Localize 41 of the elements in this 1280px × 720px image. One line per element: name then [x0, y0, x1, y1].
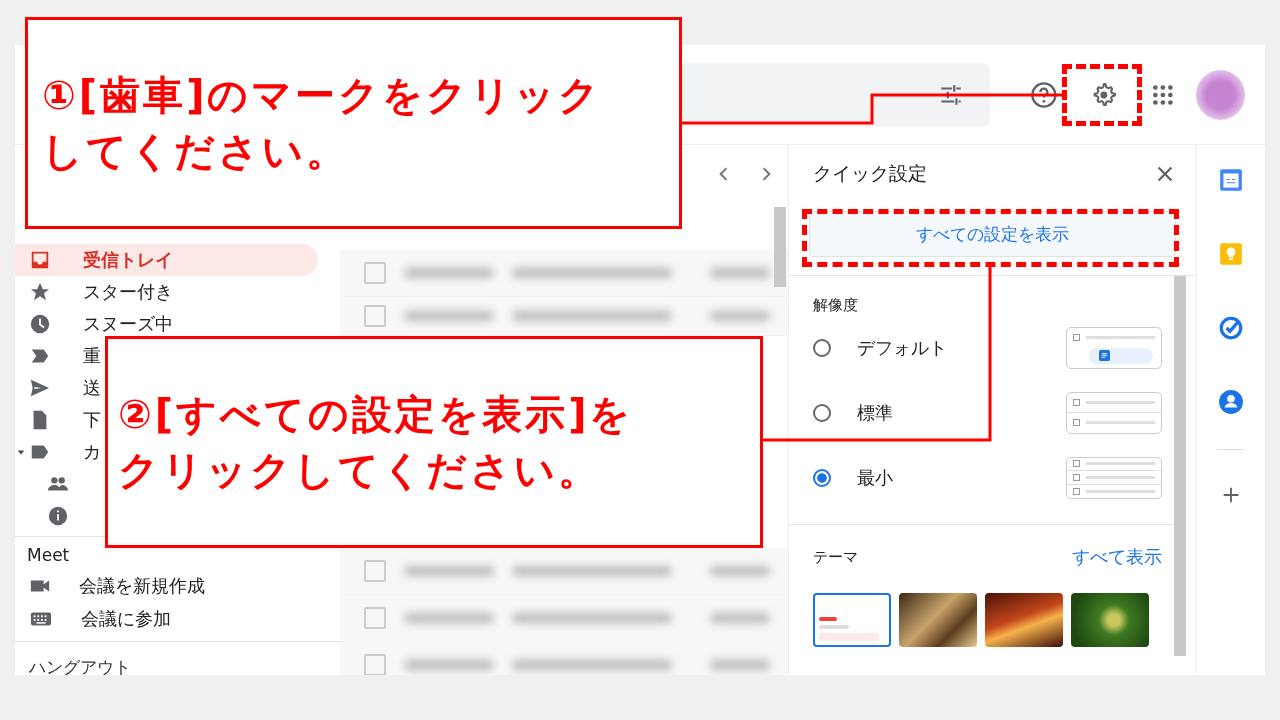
- annotation-callout: ①[歯車]のマークをクリック してください。: [25, 17, 682, 229]
- section-heading: ハングアウト: [15, 641, 340, 679]
- sidebar-item[interactable]: 重: [15, 340, 101, 372]
- scrollbar[interactable]: [774, 207, 786, 287]
- sidebar-item[interactable]: 受信トレイ: [15, 244, 318, 276]
- section-heading: テーマ: [813, 547, 858, 567]
- panel-title: クイック設定: [813, 161, 927, 186]
- photo-placeholder[interactable]: [1071, 593, 1149, 647]
- calendar-icon[interactable]: [1218, 167, 1244, 193]
- radio-button[interactable]: [813, 403, 831, 422]
- scrollbar[interactable]: [1174, 276, 1186, 656]
- sidebar-item[interactable]: スター付き: [15, 276, 173, 308]
- photo-placeholder[interactable]: [985, 593, 1063, 647]
- radio-button[interactable]: [813, 468, 831, 487]
- photo-placeholder[interactable]: [899, 593, 977, 647]
- sidebar-item[interactable]: カ: [15, 436, 101, 468]
- clock-icon: [29, 313, 51, 335]
- sidebar-item[interactable]: 下: [15, 404, 101, 436]
- meet-item[interactable]: 会議に参加: [27, 602, 340, 635]
- sidebar-item[interactable]: 送: [15, 372, 101, 404]
- annotation-callout: ②[すべての設定を表示]を クリックしてください。: [105, 336, 763, 548]
- density-preview[interactable]: [1066, 326, 1162, 369]
- caret-icon[interactable]: [17, 448, 25, 456]
- theme-preview-drawing[interactable]: [813, 593, 891, 647]
- density-option[interactable]: 最小: [857, 465, 893, 490]
- person-icon[interactable]: [1218, 389, 1244, 415]
- radio-button[interactable]: [813, 338, 831, 357]
- density-option[interactable]: 標準: [857, 400, 893, 425]
- density-option[interactable]: デフォルト: [857, 335, 947, 360]
- info-icon: [47, 505, 69, 527]
- show-all-link[interactable]: すべて表示: [1072, 545, 1162, 569]
- document-icon: [1099, 350, 1110, 361]
- star-icon: [29, 281, 51, 303]
- send-icon: [29, 377, 51, 399]
- inbox-icon: [29, 249, 51, 271]
- meet-item[interactable]: 会議を新規作成: [27, 569, 340, 602]
- help-icon[interactable]: [1030, 80, 1059, 109]
- section-heading: 解像度: [813, 296, 859, 315]
- section-heading: Meet: [27, 545, 71, 565]
- all-settings-button[interactable]: すべての設定を表示: [809, 211, 1176, 257]
- check-circle-icon[interactable]: [1218, 315, 1244, 341]
